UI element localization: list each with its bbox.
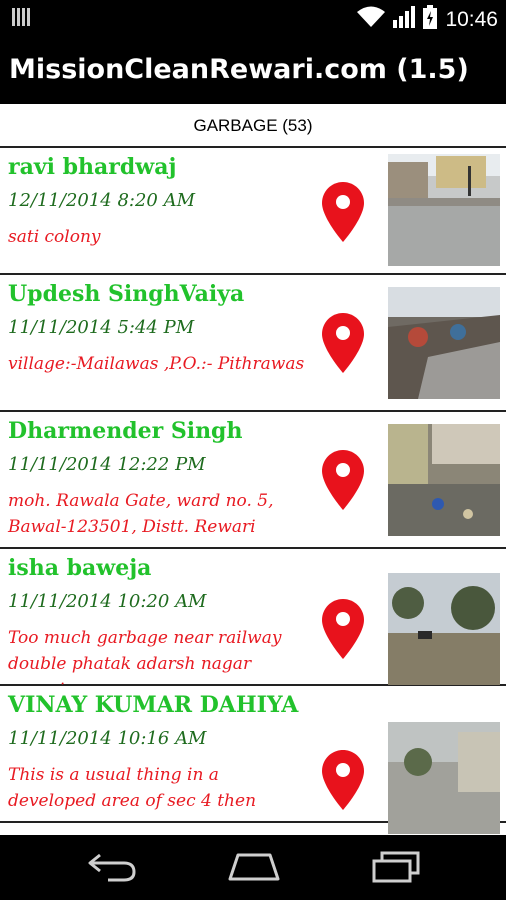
report-date: 12/11/2014 8:20 AM xyxy=(8,190,196,211)
list-item[interactable]: Updesh SinghVaiya 11/11/2014 5:44 PM vil… xyxy=(0,275,506,412)
map-pin-icon[interactable] xyxy=(322,750,364,815)
report-photo[interactable] xyxy=(388,287,500,399)
report-photo[interactable] xyxy=(388,424,500,536)
clock-time: 10:46 xyxy=(445,7,498,31)
section-header: GARBAGE (53) xyxy=(0,104,506,148)
back-icon[interactable] xyxy=(88,849,138,888)
report-date: 11/11/2014 10:16 AM xyxy=(8,728,207,749)
status-bar: 10:46 xyxy=(0,0,506,34)
report-address: village:-Mailawas ,P.O.:- Pithrawas xyxy=(8,354,305,374)
report-date: 11/11/2014 12:22 PM xyxy=(8,454,206,475)
wifi-icon xyxy=(357,6,386,33)
report-photo[interactable] xyxy=(388,154,500,266)
reporter-name: isha baweja xyxy=(8,555,152,581)
cell-signal-icon xyxy=(393,6,416,33)
report-photo[interactable] xyxy=(388,722,500,834)
navigation-bar xyxy=(0,835,506,900)
map-pin-icon[interactable] xyxy=(322,599,364,664)
home-icon[interactable] xyxy=(226,849,282,888)
list-item[interactable]: isha baweja 11/11/2014 10:20 AM Too much… xyxy=(0,549,506,700)
reporter-name: Updesh SinghVaiya xyxy=(8,281,245,307)
report-list: ravi bhardwaj 12/11/2014 8:20 AM sati co… xyxy=(0,148,506,835)
reporter-name: ravi bhardwaj xyxy=(8,154,177,180)
report-date: 11/11/2014 5:44 PM xyxy=(8,317,195,338)
recent-apps-icon[interactable] xyxy=(372,849,422,888)
report-address: moh. Rawala Gate, ward no. 5, Bawal-1235… xyxy=(8,491,274,537)
list-item[interactable]: ravi bhardwaj 12/11/2014 8:20 AM sati co… xyxy=(0,148,506,275)
report-date: 11/11/2014 10:20 AM xyxy=(8,591,207,612)
map-pin-icon[interactable] xyxy=(322,313,364,378)
battery-icon xyxy=(423,5,438,34)
report-address: sati colony xyxy=(8,227,101,247)
report-photo[interactable] xyxy=(388,573,500,685)
app-title: MissionCleanRewari.com (1.5) xyxy=(9,54,469,85)
reporter-name: VINAY KUMAR DAHIYA xyxy=(8,692,299,718)
signal-icon xyxy=(12,8,32,31)
map-pin-icon[interactable] xyxy=(322,450,364,515)
list-item[interactable]: Dharmender Singh 11/11/2014 12:22 PM moh… xyxy=(0,412,506,549)
map-pin-icon[interactable] xyxy=(322,182,364,247)
list-item[interactable]: VINAY KUMAR DAHIYA 11/11/2014 10:16 AM T… xyxy=(0,686,506,834)
reporter-name: Dharmender Singh xyxy=(8,418,243,444)
app-bar: MissionCleanRewari.com (1.5) xyxy=(0,34,506,104)
report-address: This is a usual thing in a developed are… xyxy=(8,765,257,811)
